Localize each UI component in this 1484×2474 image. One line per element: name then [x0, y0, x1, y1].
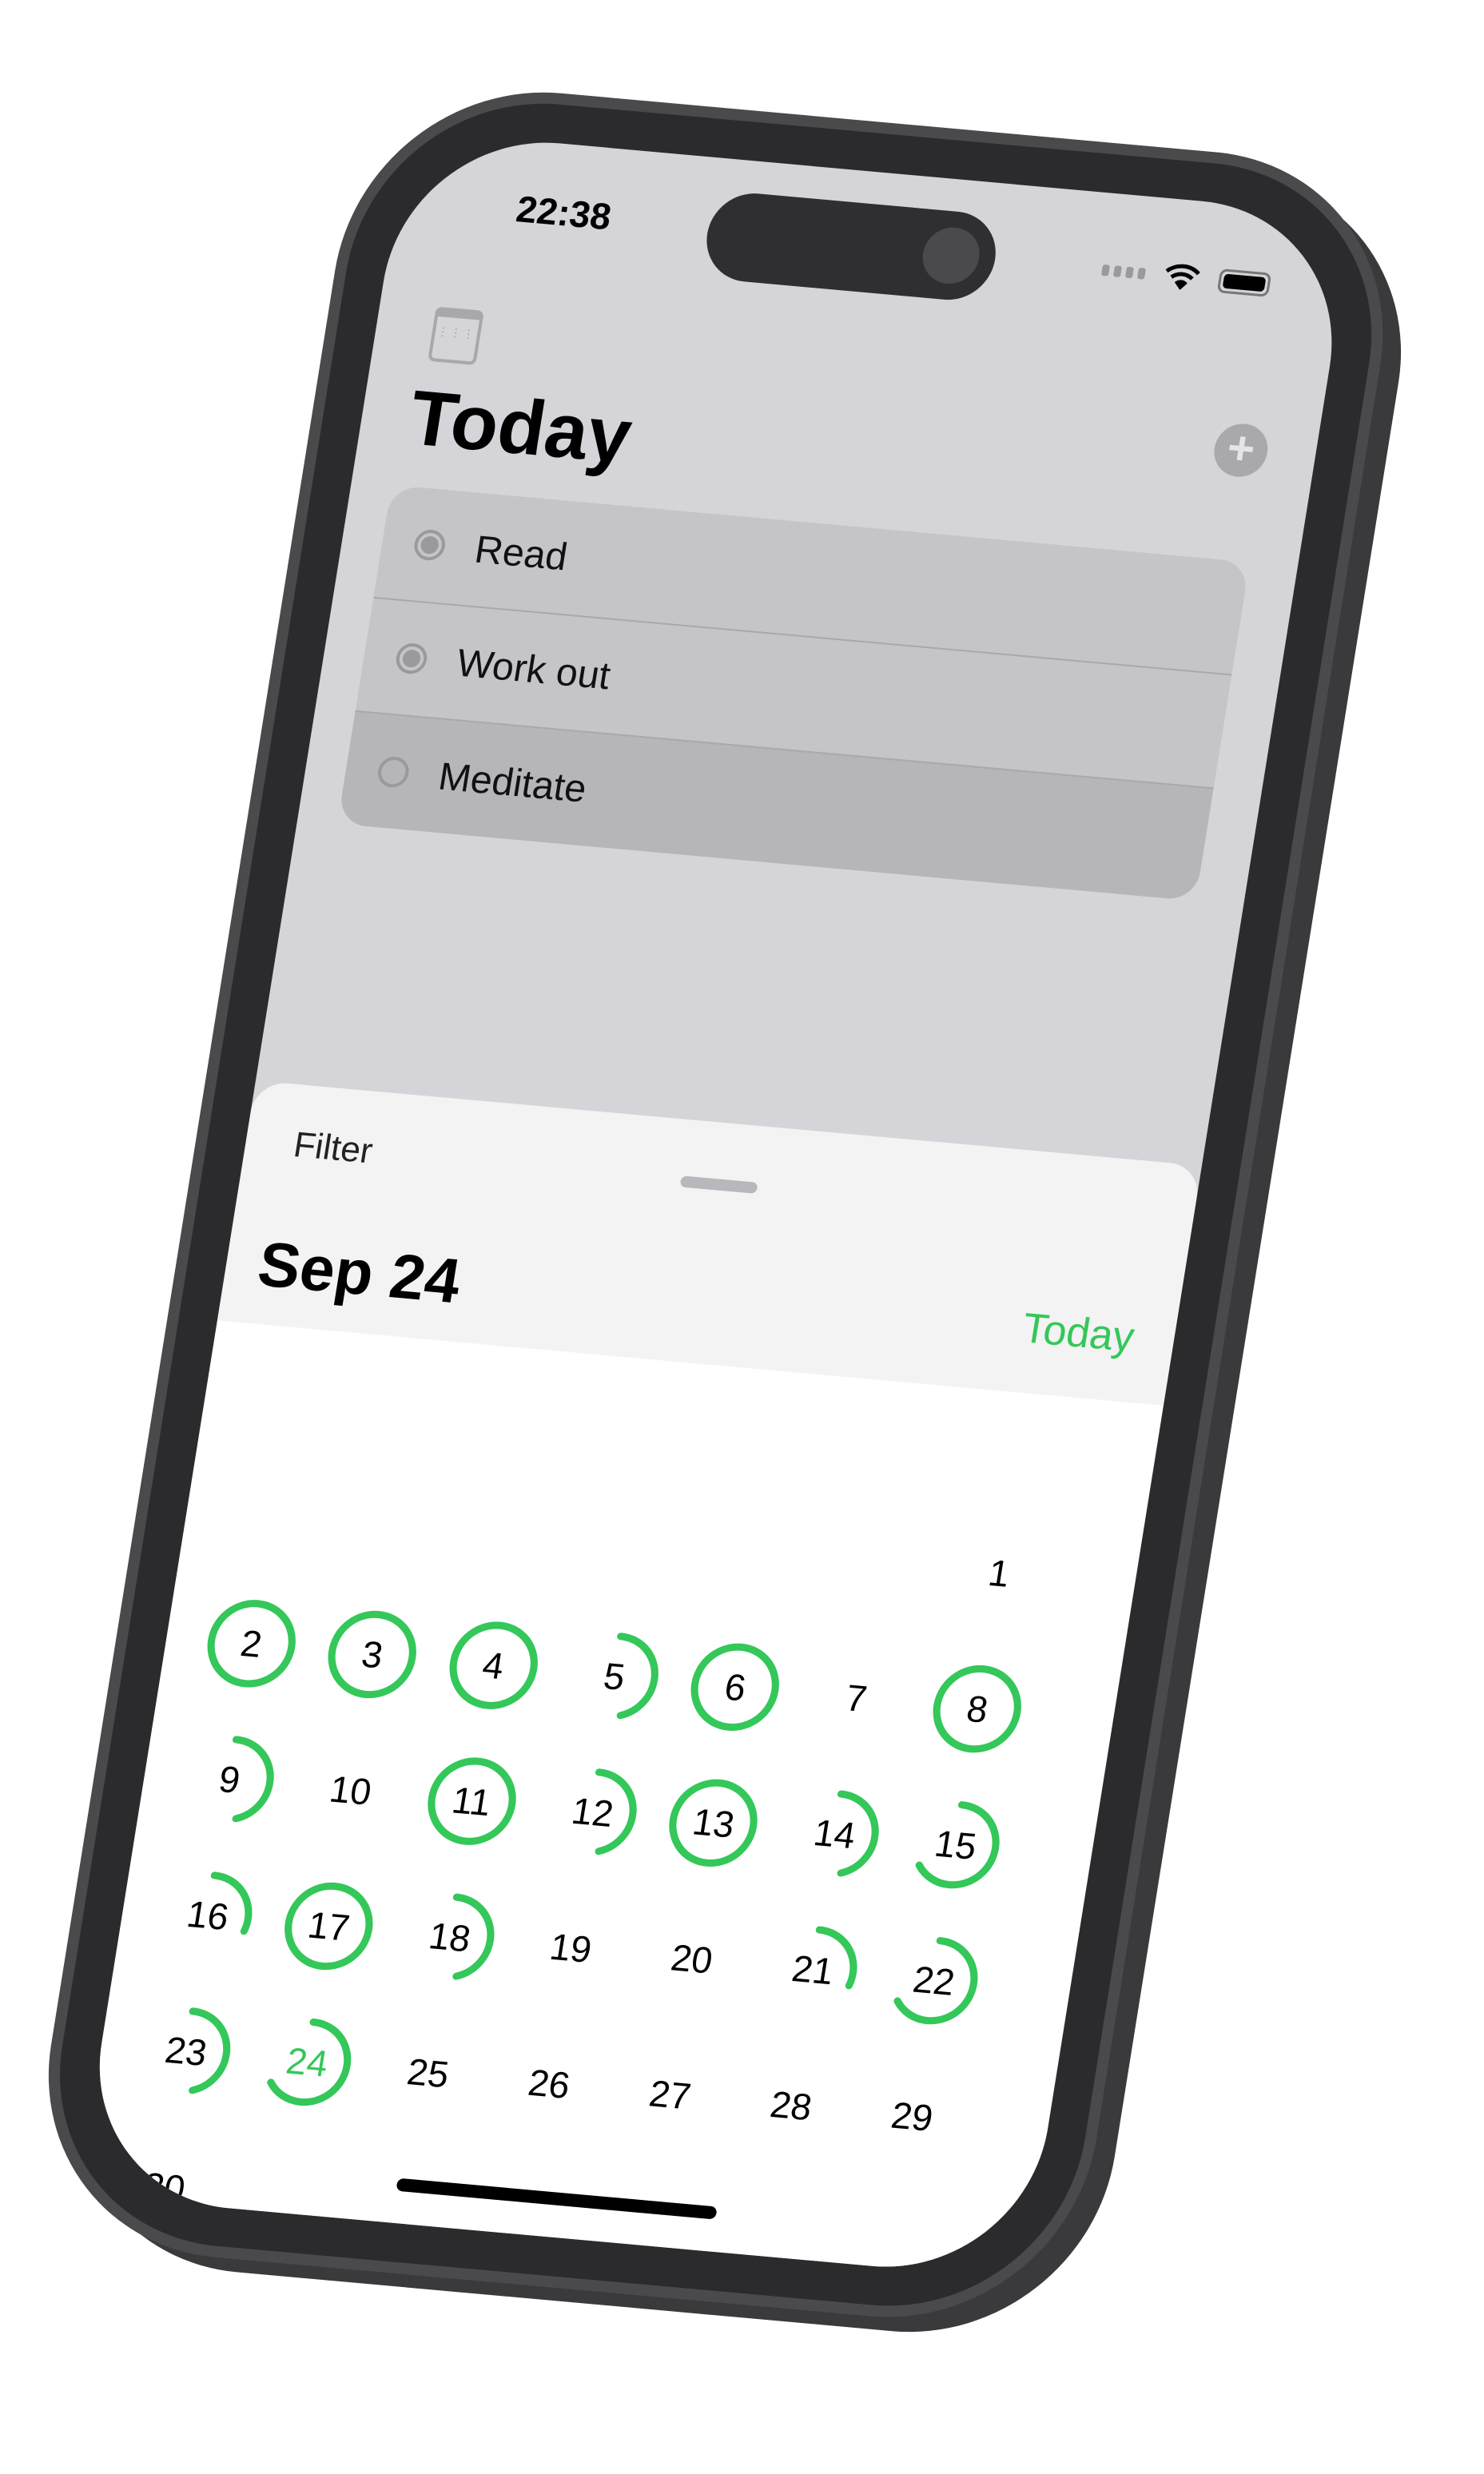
status-time: 22:38 [513, 187, 615, 238]
today-button[interactable]: Today [1019, 1304, 1137, 1362]
battery-icon [1216, 268, 1272, 297]
task-label: Meditate [436, 754, 590, 811]
day-number: 28 [767, 2082, 815, 2129]
day-number: 20 [667, 1936, 716, 1982]
calendar-sheet: Filter Sep 24 Today 1 2 3 4 5 6 7 8 9 10 11 12 13 14 1… [77, 1080, 1202, 2280]
day-number: 26 [525, 2061, 573, 2107]
sheet-header: Filter Sep 24 Today [217, 1080, 1202, 1406]
day-number: 22 [909, 1958, 958, 2003]
day-number: 18 [426, 1914, 474, 1960]
calendar-day-14[interactable]: 14 [766, 1776, 903, 1891]
calendar-day-20[interactable]: 20 [623, 1902, 761, 2017]
task-label: Read [471, 527, 571, 579]
day-number: 17 [304, 1903, 353, 1949]
calendar-empty-cell [688, 1494, 826, 1609]
day-number: 10 [326, 1768, 375, 1813]
day-number: 14 [810, 1811, 859, 1857]
day-number: 29 [888, 2094, 937, 2139]
calendar-day-23[interactable]: 23 [117, 1994, 255, 2109]
calendar-empty-cell [446, 1472, 583, 1587]
calendar-day-12[interactable]: 12 [523, 1755, 661, 1870]
calendar-day-17[interactable]: 17 [260, 1869, 397, 1984]
phone: 22:38 ⋮⋮⋮ + Today Read Work out Meditate [33, 88, 1399, 2322]
calendar-day-15[interactable]: 15 [887, 1788, 1024, 1903]
status-icons [1100, 256, 1272, 300]
day-number: 23 [162, 2028, 210, 2074]
calendar-empty-cell [567, 1483, 705, 1598]
day-number: 25 [404, 2050, 452, 2096]
camera-icon [918, 225, 984, 287]
calendar-day-8[interactable]: 8 [909, 1652, 1046, 1767]
wifi-icon [1165, 264, 1200, 290]
filter-button[interactable]: Filter [291, 1125, 376, 1172]
day-number: 16 [184, 1892, 232, 1939]
day-number: 19 [547, 1925, 595, 1971]
add-task-button[interactable]: + [1210, 421, 1272, 479]
signal-icon [1100, 264, 1147, 280]
page-title: Today [404, 374, 638, 480]
calendar-day-7[interactable]: 7 [787, 1641, 925, 1756]
day-number: 15 [932, 1822, 980, 1867]
calendar-icon[interactable]: ⋮⋮⋮ [428, 306, 484, 366]
calendar-day-13[interactable]: 13 [645, 1766, 782, 1881]
calendar-day-26[interactable]: 26 [480, 2027, 618, 2142]
calendar-day-9[interactable]: 9 [161, 1722, 298, 1837]
day-number: 12 [568, 1789, 617, 1836]
screen: 22:38 ⋮⋮⋮ + Today Read Work out Meditate [77, 129, 1355, 2280]
calendar-day-18[interactable]: 18 [381, 1879, 519, 1995]
calendar-day-16[interactable]: 16 [139, 1858, 277, 1973]
calendar-day-25[interactable]: 25 [360, 2015, 497, 2130]
calendar-day-4[interactable]: 4 [424, 1608, 562, 1723]
day-number: 7 [842, 1676, 870, 1720]
calendar-empty-cell [325, 1462, 463, 1577]
day-number: 11 [449, 1778, 495, 1824]
sheet-grabber[interactable] [679, 1175, 758, 1194]
day-number: 24 [283, 2039, 331, 2085]
task-label: Work out [453, 641, 614, 698]
checkbox-icon[interactable] [376, 755, 412, 789]
calendar-day-27[interactable]: 27 [601, 2038, 738, 2153]
day-number: 1 [985, 1551, 1013, 1595]
checkbox-icon[interactable] [393, 642, 430, 675]
calendar-day-3[interactable]: 3 [304, 1597, 441, 1712]
day-number: 27 [646, 2072, 694, 2118]
day-number: 13 [690, 1800, 738, 1846]
calendar-day-5[interactable]: 5 [546, 1619, 683, 1734]
calendar-day-1[interactable]: 1 [930, 1516, 1068, 1631]
calendar-day-28[interactable]: 28 [722, 2048, 860, 2163]
task-list: Read Work out Meditate [337, 484, 1250, 901]
calendar-day-22[interactable]: 22 [865, 1923, 1002, 2038]
selected-date-title: Sep 24 [253, 1227, 466, 1317]
calendar-grid: 1 2 3 4 5 6 7 8 9 10 11 12 13 14 15 16 17 18 19 20 21 22 23 24 2… [96, 1450, 1068, 2280]
dynamic-island [700, 189, 1002, 304]
calendar-empty-cell [205, 1450, 342, 1565]
calendar-day-11[interactable]: 11 [403, 1744, 540, 1859]
calendar-empty-cell [810, 1505, 947, 1620]
calendar-day-2[interactable]: 2 [182, 1586, 320, 1701]
checkbox-icon[interactable] [412, 528, 448, 562]
calendar-day-19[interactable]: 19 [502, 1891, 639, 2006]
calendar-day-10[interactable]: 10 [282, 1733, 420, 1848]
calendar-day-6[interactable]: 6 [666, 1630, 804, 1745]
day-number: 21 [789, 1947, 837, 1993]
calendar-day-24[interactable]: 24 [238, 2005, 376, 2120]
calendar-day-29[interactable]: 29 [843, 2059, 981, 2174]
calendar-day-21[interactable]: 21 [744, 1912, 881, 2027]
